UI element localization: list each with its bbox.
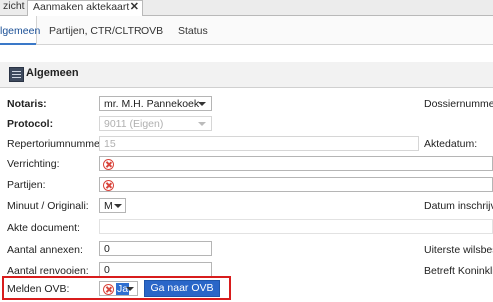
betreft-koninklijk-label: Betreft Koninklijk [424,265,493,277]
tab-algemeen[interactable]: lgemeen [0,16,41,45]
repertoriumnummer-field: 15 [99,136,419,151]
notaris-label: Notaris: [7,98,47,110]
tab-label: Partijen, CTR/CLTR [49,25,142,37]
error-icon [103,180,114,191]
tab-status[interactable]: Status [178,16,208,44]
active-tab-indicator [0,43,36,45]
chevron-down-icon [114,204,122,208]
verrichting-field[interactable] [99,156,493,171]
tab-label: lgemeen [0,25,41,37]
verrichting-label: Verrichting: [7,158,60,170]
minuut-value: M [104,200,113,212]
repertoriumnummer-label: Repertoriumnummer: [7,138,107,150]
repertoriumnummer-value: 15 [104,138,116,150]
close-icon[interactable]: ✕ [130,1,139,14]
aantal-renvooien-value: 0 [104,264,110,276]
aktedatum-label: Aktedatum: [424,138,478,150]
tab-label: OVB [141,25,164,37]
protocol-value: 9011 (Eigen) [104,118,164,130]
doc-tab-overview-label: zicht [3,0,25,12]
doc-tab-label: Aanmaken aktekaart [33,1,130,13]
aantal-annexen-value: 0 [104,243,110,255]
uiterste-wilsbeschikking-label: Uiterste wilsbesch [424,244,493,256]
minuut-label: Minuut / Originali: [7,200,89,212]
section-title: Algemeen [26,67,79,79]
protocol-select: 9011 (Eigen) [99,116,212,131]
tab-partijen[interactable]: Partijen, CTR/CLTR [49,16,142,44]
document-tab-strip: zicht Aanmaken aktekaart ✕ [0,0,493,17]
error-icon [103,159,114,170]
notaris-value: mr. M.H. Pannekoek [104,98,200,110]
ga-naar-ovb-button[interactable]: Ga naar OVB [144,280,220,297]
dossiernummer-label: Dossiernummer: [424,98,493,110]
doc-tab-aanmaken-aktekaart[interactable]: Aanmaken aktekaart ✕ [27,0,143,17]
aantal-renvooien-field[interactable]: 0 [99,262,212,277]
form-icon [9,67,24,82]
akte-document-label: Akte document: [7,222,80,234]
melden-ovb-select[interactable]: Ja [99,281,138,296]
aantal-annexen-label: Aantal annexen: [7,244,83,256]
minuut-select[interactable]: M [99,198,126,213]
error-icon [103,284,114,295]
chevron-down-icon [198,122,206,126]
aantal-annexen-field[interactable]: 0 [99,241,212,256]
tab-label: Status [178,25,208,37]
tab-ovb[interactable]: OVB [141,16,163,44]
section-tab-bar: lgemeen Partijen, CTR/CLTR OVB Status [0,16,493,45]
partijen-label: Partijen: [7,179,46,191]
akte-document-field[interactable] [99,219,493,234]
notaris-select[interactable]: mr. M.H. Pannekoek [99,96,212,111]
datum-inschrijving-label: Datum inschrijvi [424,200,493,212]
chevron-down-icon [126,287,134,291]
partijen-field[interactable] [99,177,493,192]
protocol-label: Protocol: [7,118,54,130]
chevron-down-icon [198,102,206,106]
